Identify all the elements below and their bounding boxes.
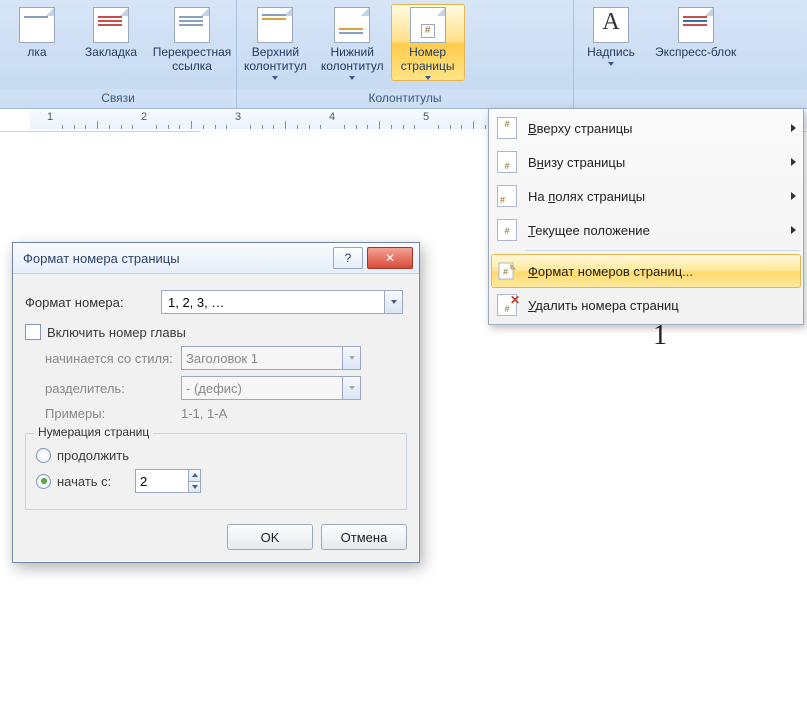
num-current-icon: # bbox=[496, 219, 518, 241]
remove-numbers-icon: #✕ bbox=[496, 294, 518, 316]
ribbon-btn-pagenumber[interactable]: # Номер страницы bbox=[391, 4, 465, 81]
combo-number-format[interactable] bbox=[161, 290, 403, 314]
dialog-page-number-format: Формат номера страницы ? ✕ Формат номера… bbox=[12, 242, 420, 563]
dialog-close-button[interactable]: ✕ bbox=[367, 247, 413, 269]
radio-continue[interactable]: продолжить bbox=[36, 448, 396, 463]
submenu-arrow-icon bbox=[791, 124, 796, 132]
quickparts-icon bbox=[678, 7, 714, 43]
ok-button[interactable]: OK bbox=[227, 524, 313, 550]
radio-label-continue: продолжить bbox=[57, 448, 129, 463]
header-icon bbox=[257, 7, 293, 43]
ribbon-group-title-headerfooter: Колонтитулы bbox=[237, 89, 573, 108]
fieldset-legend: Нумерация страниц bbox=[34, 425, 153, 439]
ribbon-group-title-links: Связи bbox=[0, 89, 236, 108]
ribbon-btn-bookmark[interactable]: Закладка bbox=[74, 4, 148, 61]
label-number-format: Формат номера: bbox=[25, 295, 161, 310]
ribbon-btn-crossref[interactable]: Перекрестная ссылка bbox=[148, 4, 236, 75]
ruler-number: 1 bbox=[47, 111, 53, 123]
spinner-input[interactable] bbox=[136, 470, 188, 492]
combo-number-format-input[interactable] bbox=[166, 294, 384, 311]
format-numbers-icon: # bbox=[496, 260, 518, 282]
ribbon: лка Закладка Перекрестная ссылка Связи В… bbox=[0, 0, 807, 109]
combo-dd-button[interactable] bbox=[384, 291, 402, 313]
ribbon-btn-hyperlink-partial[interactable]: лка bbox=[0, 4, 74, 61]
ribbon-group-headerfooter: Верхний колонтитул Нижний колонтитул # Н… bbox=[237, 0, 574, 108]
page-number-icon: # bbox=[410, 7, 446, 43]
dialog-help-button[interactable]: ? bbox=[333, 247, 363, 269]
cancel-button[interactable]: Отмена bbox=[321, 524, 407, 550]
checkbox-label: Включить номер главы bbox=[47, 325, 186, 340]
radio-start-at[interactable]: начать с: bbox=[36, 469, 396, 493]
dialog-title: Формат номера страницы bbox=[23, 251, 180, 266]
dialog-body: Формат номера: Включить номер главы начи… bbox=[13, 274, 419, 562]
footer-icon bbox=[334, 7, 370, 43]
spinner-start-at[interactable] bbox=[135, 469, 201, 493]
dd-item-remove-page-numbers[interactable]: #✕ Удалить номера страниц bbox=[491, 288, 801, 322]
dd-separator bbox=[525, 250, 799, 251]
submenu-arrow-icon bbox=[791, 226, 796, 234]
ruler-number: 4 bbox=[329, 111, 335, 123]
pagenumber-dropdown: # Вверху страницы # Внизу страницы # На … bbox=[488, 108, 804, 325]
dd-item-current-position[interactable]: # Текущее положение bbox=[491, 213, 801, 247]
num-margins-icon: # bbox=[496, 185, 518, 207]
ruler-number: 3 bbox=[235, 111, 241, 123]
spinner-down-button[interactable] bbox=[189, 482, 200, 493]
label-examples: Примеры: bbox=[25, 406, 181, 421]
combo-separator: - (дефис) bbox=[181, 376, 361, 400]
ribbon-btn-header[interactable]: Верхний колонтитул bbox=[237, 4, 314, 81]
combo-dd-button bbox=[342, 347, 360, 369]
dd-item-top-of-page[interactable]: # Вверху страницы bbox=[491, 111, 801, 145]
combo-starts-style: Заголовок 1 bbox=[181, 346, 361, 370]
ruler-number: 5 bbox=[423, 111, 429, 123]
svg-text:#: # bbox=[503, 267, 508, 277]
spinner-up-button[interactable] bbox=[189, 470, 200, 482]
num-bottom-icon: # bbox=[496, 151, 518, 173]
checkbox-box[interactable] bbox=[25, 324, 41, 340]
submenu-arrow-icon bbox=[791, 192, 796, 200]
dd-item-bottom-of-page[interactable]: # Внизу страницы bbox=[491, 145, 801, 179]
dd-item-format-page-numbers[interactable]: # Формат номеров страниц... bbox=[491, 254, 801, 288]
ribbon-group-text: A Надпись Экспресс-блок bbox=[574, 0, 807, 108]
crossref-icon bbox=[174, 7, 210, 43]
hyperlink-icon bbox=[19, 7, 55, 43]
label-starts-style: начинается со стиля: bbox=[25, 351, 181, 366]
radio-label-start-at: начать с: bbox=[57, 474, 129, 489]
value-examples: 1-1, 1-A bbox=[181, 406, 227, 421]
ribbon-btn-quickparts[interactable]: Экспресс-блок bbox=[648, 4, 743, 61]
ruler-number: 2 bbox=[141, 111, 147, 123]
dd-item-page-margins[interactable]: # На полях страницы bbox=[491, 179, 801, 213]
textbox-icon: A bbox=[593, 7, 629, 43]
bookmark-icon bbox=[93, 7, 129, 43]
ribbon-group-links: лка Закладка Перекрестная ссылка Связи bbox=[0, 0, 237, 108]
ribbon-btn-textbox[interactable]: A Надпись bbox=[574, 4, 648, 67]
label-separator: разделитель: bbox=[25, 381, 181, 396]
radio-circle[interactable] bbox=[36, 474, 51, 489]
checkbox-include-chapter[interactable]: Включить номер главы bbox=[25, 324, 407, 340]
submenu-arrow-icon bbox=[791, 158, 796, 166]
fieldset-numbering: Нумерация страниц продолжить начать с: bbox=[25, 433, 407, 510]
combo-dd-button bbox=[342, 377, 360, 399]
num-top-icon: # bbox=[496, 117, 518, 139]
radio-circle[interactable] bbox=[36, 448, 51, 463]
ribbon-btn-footer[interactable]: Нижний колонтитул bbox=[314, 4, 391, 81]
dialog-titlebar[interactable]: Формат номера страницы ? ✕ bbox=[13, 243, 419, 274]
